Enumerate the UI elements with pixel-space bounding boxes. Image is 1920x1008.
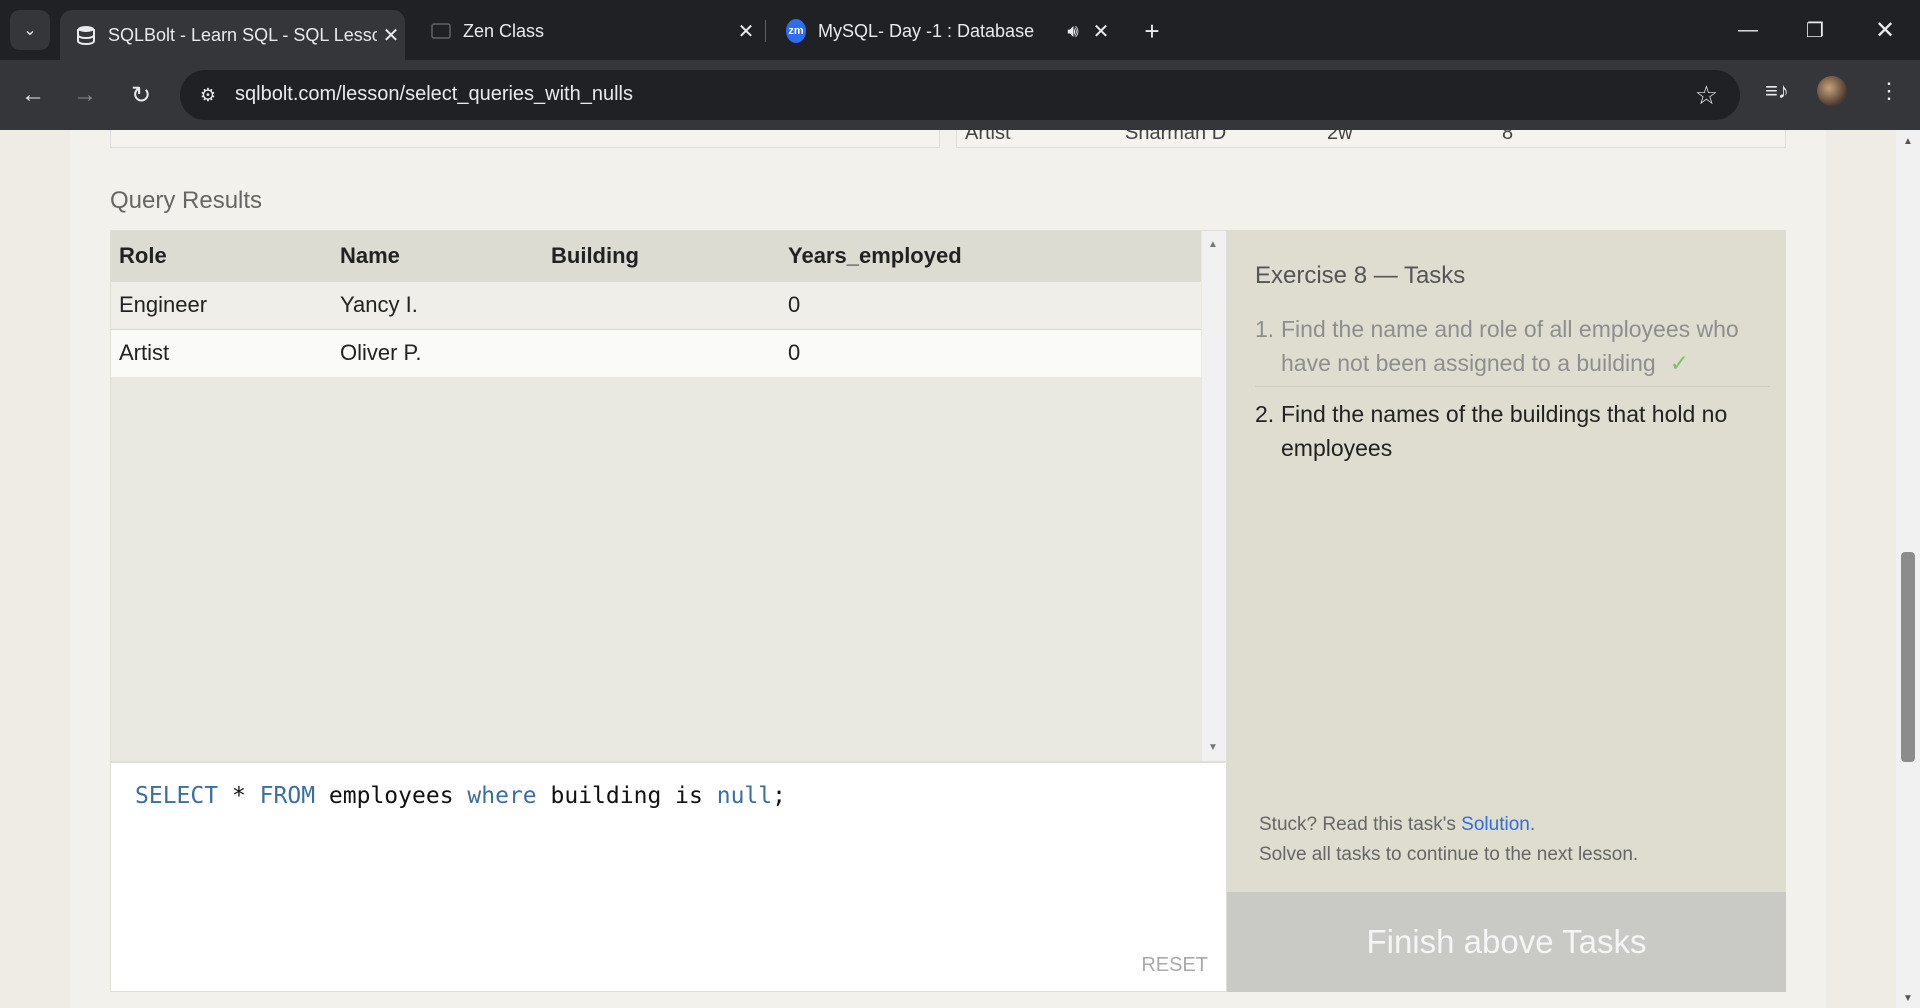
task-item-1: 1. Find the name and role of all employe… xyxy=(1255,312,1770,387)
query-results-label: Query Results xyxy=(110,187,263,214)
help-text: Stuck? Read this task's Solution. Solve … xyxy=(1259,810,1638,870)
sql-token: is xyxy=(675,783,703,809)
results-table: Role Name Building Years_employed Engine… xyxy=(111,231,1201,377)
column-header: Years_employed xyxy=(780,231,1201,281)
tab-sqlbolt[interactable]: SQLBolt - Learn SQL - SQL Lesso ✕ xyxy=(60,10,405,60)
tasks-panel: Exercise 8 — Tasks 1. Find the name and … xyxy=(1227,230,1786,992)
lesson-card: Artist Sharman D 2w 8 Query Results Role… xyxy=(70,130,1826,1008)
sql-token: ; xyxy=(772,783,786,809)
scroll-down-icon[interactable]: ▼ xyxy=(1208,742,1218,753)
query-results-panel: Role Name Building Years_employed Engine… xyxy=(110,230,1227,762)
profile-avatar[interactable] xyxy=(1817,76,1847,106)
new-tab-plus-icon[interactable]: + xyxy=(1135,14,1169,48)
tab-title: SQLBolt - Learn SQL - SQL Lesso xyxy=(108,24,377,45)
page-scrollbar[interactable]: ▲ ▼ xyxy=(1896,130,1920,1008)
address-bar[interactable]: ⚙︎ sqlbolt.com/lesson/select_queries_wit… xyxy=(180,70,1740,120)
scroll-up-icon[interactable]: ▲ xyxy=(1208,239,1218,250)
forward-arrow-icon[interactable]: → xyxy=(66,76,104,114)
sql-keyword: null xyxy=(716,783,773,809)
finish-tasks-button[interactable]: Finish above Tasks xyxy=(1227,892,1786,992)
scroll-up-icon[interactable]: ▲ xyxy=(1903,136,1913,147)
sql-query-text[interactable]: SELECT * FROM employees where building i… xyxy=(135,783,786,809)
close-window-icon[interactable]: ✕ xyxy=(1860,12,1910,48)
results-scrollbar[interactable]: ▲ ▼ xyxy=(1202,231,1226,761)
table-row: Artist Oliver P. 0 xyxy=(111,328,1201,377)
sql-keyword: FROM xyxy=(259,783,316,809)
task-number: 1. xyxy=(1255,316,1275,342)
sql-token: * xyxy=(231,783,246,809)
zoom-favicon-icon: zm xyxy=(786,19,806,43)
table-header-row: Role Name Building Years_employed xyxy=(111,231,1201,281)
task-text: Find the name and role of all employees … xyxy=(1281,312,1770,380)
table-cell: Artist xyxy=(965,130,1011,144)
back-arrow-icon[interactable]: ← xyxy=(14,76,52,114)
tab-title: Zen Class xyxy=(463,20,545,41)
reload-icon[interactable]: ↻ xyxy=(122,76,160,114)
table-row: Engineer Yancy I. 0 xyxy=(111,280,1201,329)
table-cell: Yancy I. xyxy=(332,280,543,329)
table-cell: 0 xyxy=(780,280,1201,329)
previous-table-bottom: Artist Sharman D 2w 8 xyxy=(110,130,1786,148)
table-cell xyxy=(543,328,780,377)
restore-icon[interactable]: ❐ xyxy=(1790,12,1840,48)
checkmark-icon: ✓ xyxy=(1669,350,1689,376)
previous-table-left xyxy=(110,130,940,148)
column-header: Building xyxy=(543,231,780,281)
stuck-prefix: Stuck? Read this task's xyxy=(1259,814,1462,835)
tab-mysql-day1[interactable]: zm MySQL- Day -1 : Database 🔊︎ ✕ xyxy=(770,10,1115,52)
task-number: 2. xyxy=(1255,401,1275,427)
column-header: Name xyxy=(332,231,543,281)
sql-keyword: SELECT xyxy=(135,783,219,809)
table-cell: Engineer xyxy=(111,280,332,329)
database-favicon-icon xyxy=(76,25,96,45)
continue-text: Solve all tasks to continue to the next … xyxy=(1259,844,1639,865)
task-item-2: 2. Find the names of the buildings that … xyxy=(1255,397,1770,471)
speaker-icon[interactable]: 🔊︎ xyxy=(1059,21,1087,42)
table-cell: 0 xyxy=(780,328,1201,377)
page-content: Artist Sharman D 2w 8 Query Results Role… xyxy=(0,130,1900,1008)
solution-link[interactable]: Solution xyxy=(1461,814,1530,835)
table-cell xyxy=(543,280,780,329)
close-tab-icon[interactable]: ✕ xyxy=(1087,19,1115,44)
media-queue-icon[interactable]: ≡♪ xyxy=(1765,78,1789,104)
reset-button[interactable]: RESET xyxy=(1141,954,1208,977)
tab-separator xyxy=(765,20,766,42)
browser-toolbar: ← → ↻ ⚙︎ sqlbolt.com/lesson/select_queri… xyxy=(0,60,1920,130)
previous-table-right: Artist Sharman D 2w 8 xyxy=(956,130,1786,148)
tab-zen-class[interactable]: Zen Class ✕ xyxy=(415,10,760,52)
scroll-down-icon[interactable]: ▼ xyxy=(1903,993,1913,1004)
table-cell: 8 xyxy=(1502,130,1514,144)
close-tab-icon[interactable]: ✕ xyxy=(732,19,760,44)
stuck-suffix: . xyxy=(1529,814,1536,835)
table-cell: Artist xyxy=(111,328,332,377)
column-header: Role xyxy=(111,231,332,281)
sql-token: building xyxy=(550,783,662,809)
close-tab-icon[interactable]: ✕ xyxy=(377,23,405,48)
minimize-icon[interactable]: — xyxy=(1723,12,1773,48)
sql-token: employees xyxy=(328,783,454,809)
page-favicon-icon xyxy=(431,21,451,41)
task-text: Find the names of the buildings that hol… xyxy=(1281,401,1728,461)
zoom-favicon-label: zm xyxy=(786,19,806,43)
url-text[interactable]: sqlbolt.com/lesson/select_queries_with_n… xyxy=(235,83,633,106)
table-cell: Oliver P. xyxy=(332,328,543,377)
site-settings-icon[interactable]: ⚙︎ xyxy=(194,81,222,109)
browser-tab-bar: ⌄ SQLBolt - Learn SQL - SQL Lesso ✕ Zen … xyxy=(0,0,1920,60)
tab-search-chevron-icon[interactable]: ⌄ xyxy=(10,10,50,50)
sql-keyword: where xyxy=(467,783,537,809)
bookmark-star-icon[interactable]: ☆ xyxy=(1695,80,1718,111)
sql-editor[interactable]: SELECT * FROM employees where building i… xyxy=(110,762,1227,992)
scrollbar-thumb[interactable] xyxy=(1901,552,1915,762)
task-list: 1. Find the name and role of all employe… xyxy=(1255,312,1770,471)
more-menu-icon[interactable]: ⋮ xyxy=(1878,78,1900,104)
table-cell: 2w xyxy=(1327,130,1353,144)
tab-title: MySQL- Day -1 : Database xyxy=(818,20,1035,41)
tasks-title: Exercise 8 — Tasks xyxy=(1255,262,1466,289)
table-cell: Sharman D xyxy=(1125,130,1227,144)
